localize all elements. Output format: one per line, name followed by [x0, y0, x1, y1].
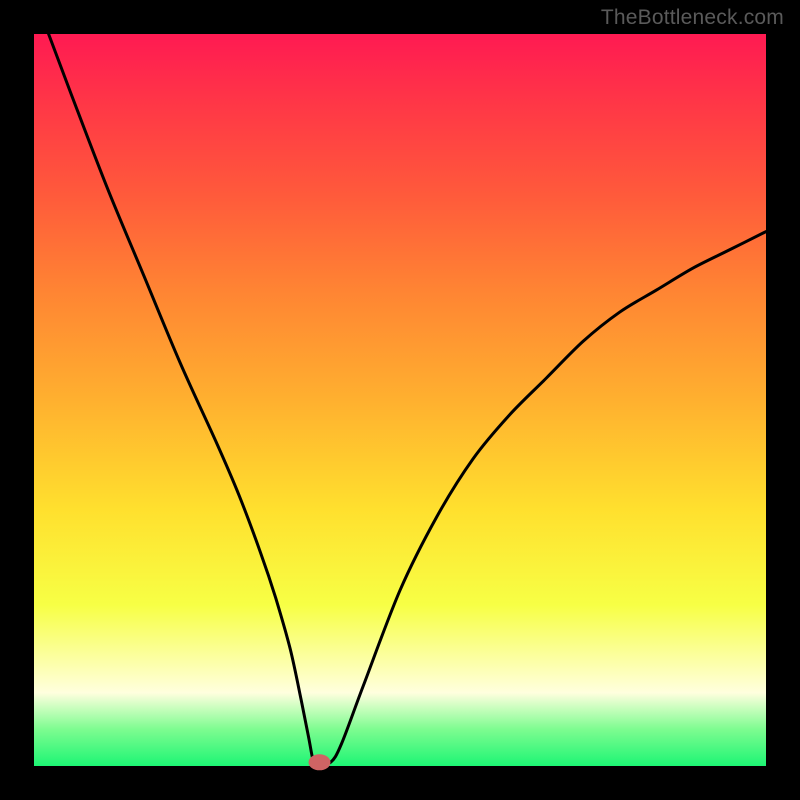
bottleneck-curve	[49, 34, 766, 764]
chart-svg	[34, 34, 766, 766]
chart-frame: TheBottleneck.com	[0, 0, 800, 800]
optimum-marker	[309, 754, 331, 770]
watermark-text: TheBottleneck.com	[601, 6, 784, 30]
plot-area	[34, 34, 766, 766]
